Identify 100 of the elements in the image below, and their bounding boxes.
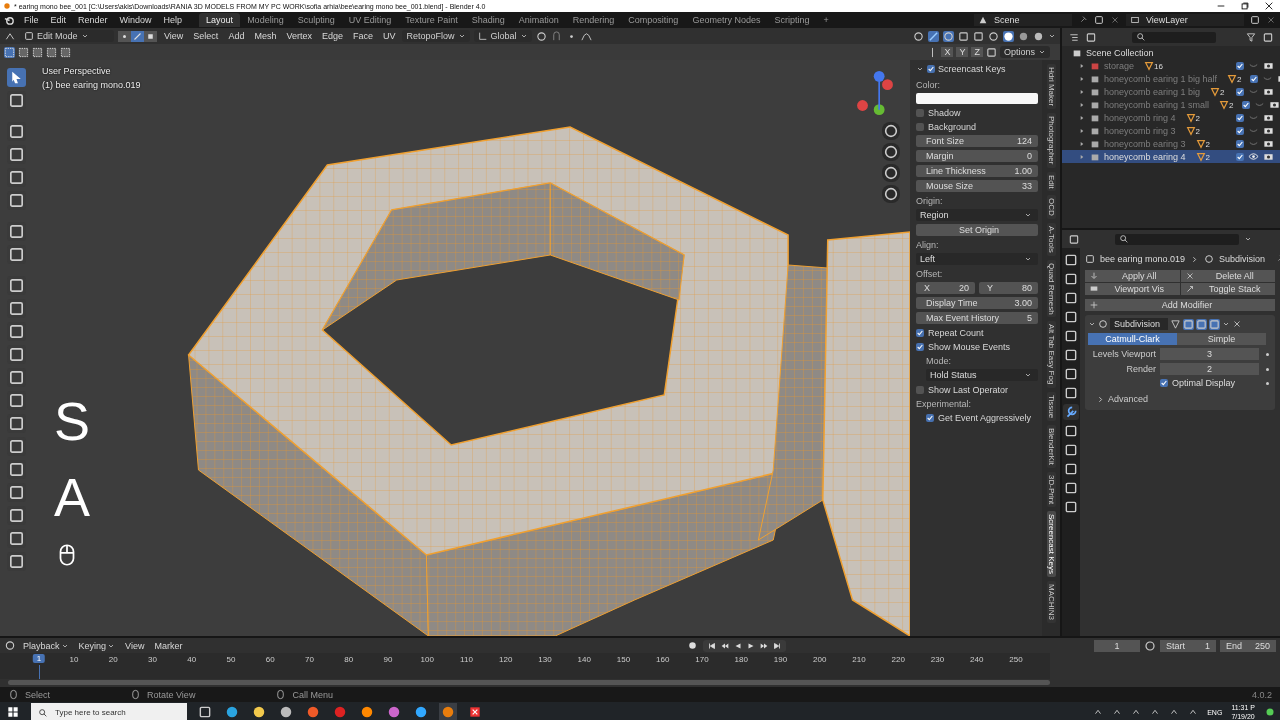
set-origin-button[interactable]: Set Origin [916, 224, 1038, 236]
checkbox[interactable] [916, 108, 924, 117]
workspace-tab[interactable]: Modeling [240, 13, 291, 27]
menu-item[interactable]: Face [349, 31, 376, 41]
subpanel-header[interactable]: Advanced [1088, 391, 1272, 407]
menu-item[interactable]: Playback [20, 640, 72, 651]
offset-y-field[interactable]: Y 80 [979, 282, 1038, 294]
menu-item[interactable]: View [161, 31, 187, 41]
axis-toggle[interactable]: X [941, 47, 954, 57]
collection-row[interactable]: honeycomb ring 4 2 [1062, 111, 1280, 124]
workspace-tab[interactable]: Sculpting [290, 13, 342, 27]
new-selection-icon[interactable] [4, 46, 15, 58]
number-field[interactable]: 2 [1160, 363, 1259, 375]
modifier-name-field[interactable]: Subdivision [1110, 318, 1168, 330]
menu-item[interactable]: Edit [47, 15, 70, 25]
menu-item[interactable]: View [122, 640, 148, 651]
checkbox[interactable] [916, 385, 924, 394]
number-field[interactable]: Margin 0 [916, 150, 1038, 162]
checkbox[interactable] [916, 328, 924, 337]
collection-name[interactable]: Scene Collection [1086, 47, 1154, 58]
sidebar-tab[interactable]: Screencast Keys [1046, 511, 1056, 578]
collection-row[interactable]: storage 16 [1062, 59, 1280, 72]
sidebar-tab[interactable]: OCD [1046, 195, 1056, 220]
checkbox[interactable] [916, 342, 924, 351]
keyframe-dot-icon[interactable] [1266, 381, 1269, 385]
add-workspace-button[interactable]: + [816, 13, 836, 27]
add-modifier-button[interactable]: Add Modifier [1085, 299, 1275, 311]
select-mode-button[interactable] [118, 30, 131, 42]
falloff-icon[interactable] [580, 30, 592, 42]
overlay-icon[interactable] [943, 30, 954, 42]
sidebar-tab[interactable]: Edit [1046, 171, 1056, 192]
exclude-checkbox[interactable] [1236, 152, 1244, 161]
gizmo-icon[interactable] [928, 30, 939, 42]
chevron-up-icon[interactable] [1093, 707, 1104, 717]
dropdown[interactable]: Region [916, 209, 1038, 221]
exclude-checkbox[interactable] [1236, 87, 1244, 96]
workspace-tab[interactable]: Geometry Nodes [685, 13, 768, 27]
checkbox[interactable] [1160, 379, 1168, 387]
exclude-checkbox[interactable] [1236, 61, 1244, 70]
subtract-selection-icon[interactable] [32, 46, 43, 58]
sidebar-tab[interactable]: Tissue [1046, 391, 1056, 422]
color-swatch[interactable] [916, 93, 1038, 104]
start-frame-field[interactable]: Start 1 [1160, 639, 1216, 652]
workspace-tab[interactable]: Texture Paint [398, 13, 465, 27]
collection-row[interactable]: honeycomb earing 1 big 2 [1062, 85, 1280, 98]
sidebar-tab[interactable]: Photographer [1046, 113, 1056, 168]
number-field[interactable]: 3 [1160, 348, 1259, 360]
invert-selection-icon[interactable] [46, 46, 57, 58]
taskbar-search-field[interactable]: Type here to search [31, 703, 187, 720]
modifier-action-button[interactable]: Viewport Vis [1085, 283, 1180, 295]
panel-toggle-checkbox[interactable] [927, 65, 935, 73]
menu-item[interactable]: Keying [75, 640, 119, 651]
end-frame-field[interactable]: End 250 [1220, 639, 1276, 652]
dropdown[interactable]: Left [916, 253, 1038, 265]
close-icon[interactable] [1264, 1, 1274, 11]
record-icon[interactable] [686, 639, 699, 652]
search-field[interactable] [1132, 31, 1216, 43]
exclude-checkbox[interactable] [1236, 139, 1244, 148]
exclude-checkbox[interactable] [1236, 126, 1244, 135]
addon-menu[interactable]: RetopoFlow [402, 30, 470, 42]
menu-item[interactable]: Render [75, 15, 111, 25]
workspace-tab[interactable]: Layout [199, 13, 241, 27]
orientation-dropdown[interactable]: Global [473, 30, 532, 42]
edit-cage-icon[interactable] [1170, 318, 1181, 330]
sidebar-tab[interactable]: Alt Tab Easy Fog [1046, 321, 1056, 388]
modifier-tab-icon[interactable] [1063, 404, 1079, 420]
workspace-tab[interactable]: UV Editing [341, 13, 399, 27]
sidebar-tab[interactable]: BlenderKit [1046, 425, 1056, 468]
select-mode-button[interactable] [131, 30, 144, 42]
extend-selection-icon[interactable] [18, 46, 29, 58]
menu-item[interactable]: Mesh [251, 31, 280, 41]
pin-icon[interactable] [1078, 15, 1088, 25]
subdivision-type-toggle[interactable]: Simple [1177, 333, 1266, 345]
menu-item[interactable]: Edge [318, 31, 346, 41]
dropdown[interactable]: Hold Status [926, 369, 1038, 381]
material-shading-icon[interactable] [1018, 30, 1029, 42]
sidebar-tab[interactable]: Quad Remesh [1046, 259, 1056, 318]
workspace-tab[interactable]: Compositing [621, 13, 686, 27]
subdivision-type-toggle[interactable]: Catmull-Clark [1088, 333, 1177, 345]
workspace-tab[interactable]: Rendering [565, 13, 622, 27]
jump-end-icon[interactable] [772, 640, 782, 651]
eye-icon[interactable] [1248, 151, 1259, 162]
view-layer-selector[interactable]: ViewLayer [1126, 14, 1244, 26]
number-field[interactable]: Font Size 124 [916, 135, 1038, 147]
restore-icon[interactable] [1240, 1, 1250, 11]
mode-dropdown[interactable]: Edit Mode [20, 30, 114, 42]
keyframe-dot-icon[interactable] [1266, 367, 1269, 371]
current-frame-marker[interactable]: 1 [32, 654, 46, 663]
scrollbar[interactable] [8, 680, 1050, 685]
menu-item[interactable]: Window [116, 15, 155, 25]
blender-logo-icon[interactable] [4, 14, 15, 26]
sidebar-tab[interactable]: A-Tools [1046, 223, 1056, 256]
collection-row[interactable]: honeycomb ring 3 2 [1062, 124, 1280, 137]
number-field[interactable]: Mouse Size 33 [916, 180, 1038, 192]
menu-item[interactable]: Vertex [283, 31, 315, 41]
exclude-checkbox[interactable] [1249, 74, 1258, 83]
checkbox[interactable] [916, 122, 924, 131]
modifier-action-button[interactable]: Delete All [1180, 270, 1275, 282]
scene-selector[interactable]: Scene [974, 14, 1072, 26]
offset-x-field[interactable]: X 20 [916, 282, 975, 294]
